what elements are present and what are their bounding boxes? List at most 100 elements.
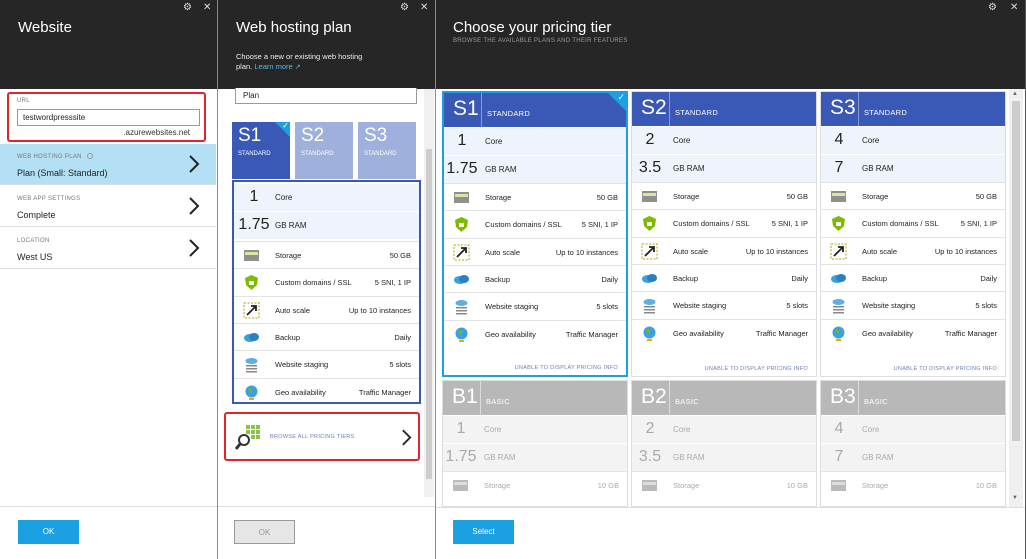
tier-card-s2[interactable]: S2 STANDARD 2 Core 3.5 GB RAM Storage 50…	[631, 91, 817, 377]
pricing-unavailable-label: UNABLE TO DISPLAY PRICING INFO	[893, 366, 997, 372]
feature-value: 5 slots	[786, 301, 808, 311]
feature-value: Up to 10 instances	[555, 247, 618, 257]
feature-label: Storage	[673, 481, 700, 490]
ram-amount: 1.75	[238, 216, 270, 233]
feature-row: Custom domains / SSL 5 SNI, 1 IP	[234, 268, 419, 295]
core-count: 2	[645, 420, 655, 437]
plan-name-input[interactable]: Plan	[235, 88, 417, 104]
tier-card-b3[interactable]: B3 BASIC 4 Core 7 GB RAM Storage 10 GB	[820, 380, 1006, 507]
feature-row: Geo availability Traffic Manager	[444, 319, 626, 347]
tier-card-b1[interactable]: B1 BASIC 1 Core 1.75 GB RAM Storage 10 G…	[442, 380, 628, 507]
autoscale-icon	[243, 302, 260, 319]
storage-icon	[831, 191, 846, 202]
globe-icon	[643, 326, 656, 341]
feature-value: 10 GB	[597, 481, 619, 490]
browse-all-pricing-tiers-button[interactable]: BROWSE ALL PRICING TIERS	[224, 412, 420, 461]
url-suffix: .azurewebsites.net	[123, 128, 190, 137]
feature-row: Backup Daily	[444, 264, 626, 292]
feature-label: Storage	[275, 251, 302, 260]
tab-code: S2	[301, 125, 325, 146]
ok-button-disabled[interactable]: OK	[234, 520, 295, 544]
tier-name: BASIC	[864, 397, 889, 406]
nav-location[interactable]: LOCATION West US	[0, 228, 216, 269]
tier-card-s1[interactable]: S1 STANDARD ✓ 1 Core 1.75 GB RAM Storage…	[442, 91, 628, 377]
feature-value: 5 slots	[389, 360, 411, 370]
scrollbar-track[interactable]: ▲ ▼	[1009, 89, 1023, 507]
blade-title: Choose your pricing tier	[453, 19, 612, 36]
feature-value: Up to 10 instances	[348, 305, 411, 315]
globe-icon	[832, 326, 845, 341]
feature-value: 10 GB	[975, 481, 997, 490]
ram-label: GB RAM	[673, 164, 705, 173]
scroll-down-arrow-icon[interactable]: ▼	[1012, 495, 1018, 501]
feature-row: Storage 50 GB	[234, 241, 419, 268]
url-input[interactable]: testwordpresssite	[17, 109, 200, 126]
tier-tab-s1[interactable]: S1 STANDARD ✓	[232, 121, 290, 179]
feature-value: 5 slots	[975, 301, 997, 311]
close-icon[interactable]: ✕	[420, 3, 428, 13]
tier-card-s3[interactable]: S3 STANDARD 4 Core 7 GB RAM Storage 50 G…	[820, 91, 1006, 377]
scrollbar-thumb[interactable]	[1012, 101, 1020, 441]
nav-label: WEB HOSTING PLAN	[17, 154, 82, 160]
core-count: 4	[834, 420, 844, 437]
feature-label: Custom domains / SSL	[275, 278, 352, 288]
tier-header: B3 BASIC	[821, 381, 1005, 415]
nav-value: Plan (Small: Standard)	[17, 168, 108, 178]
feature-value: 50 GB	[596, 193, 618, 202]
feature-value: Daily	[601, 274, 618, 284]
nav-web-app-settings[interactable]: WEB APP SETTINGS Complete	[0, 186, 216, 227]
tier-header: S3 STANDARD	[821, 92, 1005, 126]
tier-header: S1 STANDARD ✓	[444, 92, 626, 127]
tier-name: STANDARD	[487, 109, 531, 118]
blade-title: Website	[18, 19, 72, 36]
tier-name: STANDARD	[864, 108, 908, 117]
storage-icon	[453, 480, 468, 491]
tier-tab-s3[interactable]: S3 STANDARD	[358, 122, 416, 179]
tier-card-b2[interactable]: B2 BASIC 2 Core 3.5 GB RAM Storage 10 GB	[631, 380, 817, 507]
settings-gear-icon[interactable]: ⚙	[400, 3, 409, 13]
select-button[interactable]: Select	[453, 520, 514, 544]
feature-label: Geo availability	[673, 328, 724, 338]
feature-value: Daily	[791, 273, 808, 283]
tier-header: B1 BASIC	[443, 381, 627, 415]
ok-button[interactable]: OK	[18, 520, 79, 544]
scroll-up-arrow-icon[interactable]: ▲	[1012, 91, 1018, 97]
backup-cloud-icon	[244, 332, 259, 342]
chevron-right-icon	[402, 429, 412, 446]
autoscale-icon	[641, 243, 658, 260]
scrollbar-thumb[interactable]	[426, 149, 432, 479]
feature-label: Storage	[485, 193, 512, 202]
tier-header: S2 STANDARD	[632, 92, 816, 126]
feature-label: Auto scale	[275, 305, 311, 315]
feature-label: Auto scale	[862, 246, 898, 256]
feature-value: 5 SNI, 1 IP	[771, 219, 808, 229]
ram-amount: 7	[834, 448, 844, 465]
core-count: 2	[645, 131, 655, 148]
settings-gear-icon[interactable]: ⚙	[988, 3, 997, 13]
feature-value: Up to 10 instances	[745, 246, 808, 256]
feature-row: Storage 50 GB	[821, 182, 1005, 209]
close-icon[interactable]: ✕	[203, 3, 211, 13]
ram-row: 7 GB RAM	[821, 155, 1005, 182]
tier-code-divider	[858, 381, 859, 415]
feature-label: Storage	[673, 192, 700, 201]
tier-tab-s2[interactable]: S2 STANDARD	[295, 122, 353, 179]
url-input-value: testwordpresssite	[23, 113, 86, 122]
globe-icon	[455, 327, 468, 342]
nav-value: Complete	[17, 210, 56, 220]
pricing-unavailable-label: UNABLE TO DISPLAY PRICING INFO	[704, 366, 808, 372]
feature-row: Storage 50 GB	[444, 183, 626, 210]
scrollbar-track[interactable]	[424, 89, 434, 497]
learn-more-link[interactable]: Learn more	[254, 62, 292, 71]
feature-value: Traffic Manager	[944, 328, 997, 338]
settings-gear-icon[interactable]: ⚙	[183, 3, 192, 13]
tier-code: S1	[453, 97, 479, 120]
ssl-shield-icon	[455, 217, 468, 233]
feature-label: Backup	[275, 332, 301, 342]
feature-row: Auto scale Up to 10 instances	[444, 237, 626, 265]
feature-label: Storage	[862, 481, 889, 490]
tier-code: B2	[641, 385, 667, 408]
close-icon[interactable]: ✕	[1010, 3, 1018, 13]
ram-row: 3.5 GB RAM	[632, 155, 816, 182]
nav-web-hosting-plan[interactable]: WEB HOSTING PLAN Plan (Small: Standard)	[0, 144, 216, 185]
